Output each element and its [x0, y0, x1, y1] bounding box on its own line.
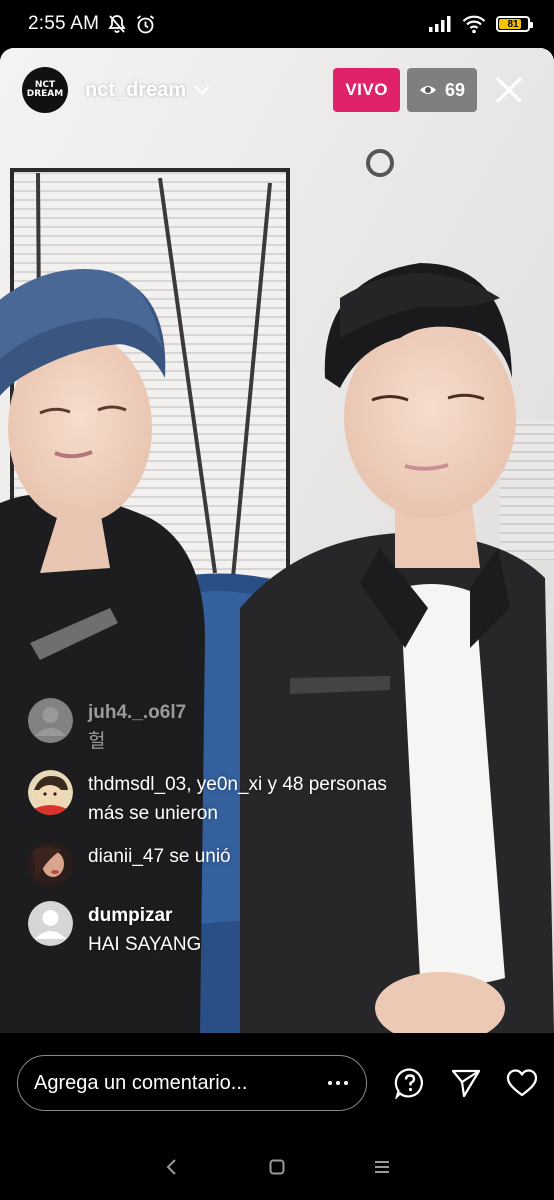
send-icon [451, 1069, 481, 1098]
host-avatar[interactable]: NCT DREAM [22, 67, 68, 113]
live-video[interactable]: NCT DREAM nct_dream VIVO 69 juh4._.o6l7 … [0, 48, 554, 1033]
joiner-avatar[interactable] [28, 842, 73, 887]
comment-text: 헐 [88, 731, 106, 752]
default-avatar-icon [28, 901, 73, 946]
live-header: NCT DREAM nct_dream VIVO 69 [0, 48, 554, 132]
comment-body: dumpizar HAI SAYANG [88, 901, 201, 959]
close-icon [496, 77, 522, 103]
home-button[interactable] [262, 1152, 292, 1182]
commenter-avatar[interactable] [28, 901, 73, 946]
eye-icon [419, 86, 436, 94]
header-right: VIVO 69 [333, 67, 532, 113]
alarm-icon [137, 14, 155, 33]
system-nav-bar [0, 1133, 554, 1200]
viewer-count-badge[interactable]: 69 [406, 68, 477, 112]
comment-username[interactable]: dumpizar [88, 901, 201, 930]
viewer-count: 69 [444, 79, 465, 100]
heart-icon [506, 1069, 538, 1097]
battery-indicator: 81 [496, 16, 533, 32]
status-time: 2:55 AM [28, 13, 100, 34]
share-button[interactable] [450, 1067, 482, 1099]
status-left: 2:55 AM [28, 13, 156, 35]
comment-username[interactable]: juh4._.o6l7 [88, 698, 186, 727]
like-button[interactable] [506, 1067, 538, 1099]
join-text-line1: thdmsdl_03, ye0n_xi y 48 personas [88, 774, 387, 795]
join-notice: dianii_47 se unió [28, 842, 468, 887]
join-text: thdmsdl_03, ye0n_xi y 48 personas más se… [88, 770, 387, 828]
comment-text: HAI SAYANG [88, 934, 202, 955]
notifications-off-icon [108, 15, 126, 33]
question-icon [394, 1068, 423, 1099]
recents-button[interactable] [367, 1152, 397, 1182]
question-button[interactable] [394, 1067, 426, 1099]
comment-feed: juh4._.o6l7 헐 thdmsdl_03, ye0n_xi y 48 p… [28, 698, 468, 973]
comment-body: juh4._.o6l7 헐 [88, 698, 186, 756]
cartoon-avatar-icon [28, 770, 73, 815]
back-button[interactable] [157, 1152, 187, 1182]
commenter-avatar[interactable] [28, 698, 73, 743]
status-bar: 2:55 AM 81 [0, 0, 554, 48]
back-icon [166, 1158, 177, 1175]
status-right: 81 [428, 14, 533, 34]
host-avatar-line2: DREAM [26, 89, 64, 99]
default-avatar-icon [28, 698, 73, 743]
comment-item: juh4._.o6l7 헐 [28, 698, 468, 756]
chevron-down-icon[interactable] [194, 85, 210, 95]
signal-icon [429, 16, 451, 32]
battery-level: 81 [507, 18, 519, 30]
wifi-icon [462, 15, 486, 34]
join-text: dianii_47 se unió [88, 842, 231, 871]
join-text-line1: dianii_47 se unió [88, 846, 231, 867]
live-badge: VIVO [333, 68, 400, 112]
comment-input-placeholder: Agrega un comentario... [34, 1071, 248, 1094]
join-notice: thdmsdl_03, ye0n_xi y 48 personas más se… [28, 770, 468, 828]
host-username[interactable]: nct_dream [85, 79, 186, 102]
more-horizontal-icon[interactable] [328, 1081, 348, 1085]
comment-item: dumpizar HAI SAYANG [28, 901, 468, 959]
menu-icon [374, 1160, 389, 1173]
close-button[interactable] [486, 67, 532, 113]
bottom-action-bar: Agrega un comentario... [0, 1033, 554, 1133]
comment-input[interactable]: Agrega un comentario... [17, 1055, 367, 1111]
home-icon [269, 1159, 285, 1174]
action-icons [394, 1067, 538, 1099]
join-text-line2: más se unieron [88, 803, 218, 824]
photo-avatar-icon [28, 842, 73, 887]
joiner-avatar[interactable] [28, 770, 73, 815]
